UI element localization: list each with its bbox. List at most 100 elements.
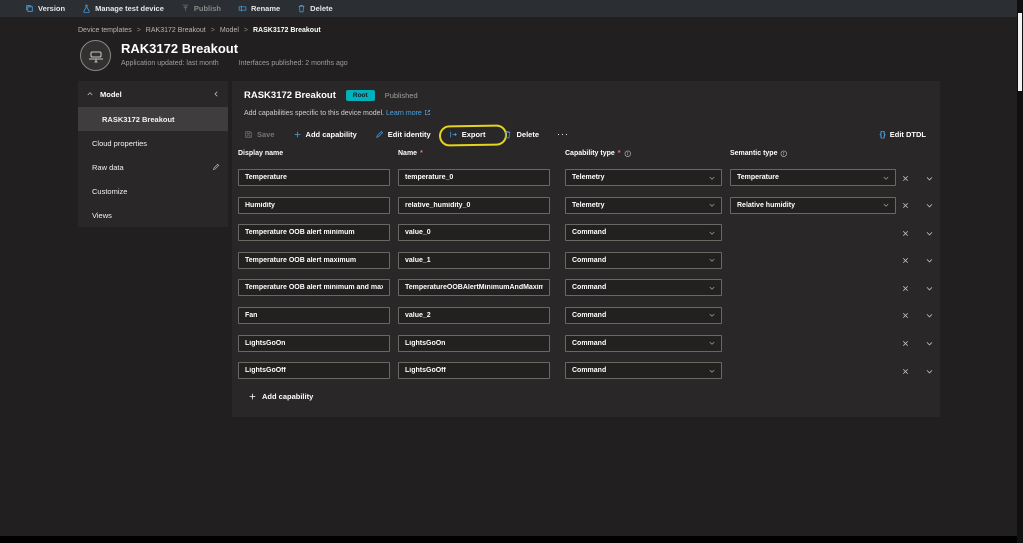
sidebar-item-raw-data[interactable]: Raw data [78, 155, 228, 179]
capability-type-select[interactable]: Command [565, 362, 722, 379]
display-name-input[interactable] [238, 197, 390, 214]
vertical-scrollbar[interactable] [1017, 0, 1023, 543]
add-capability-footer-label: Add capability [262, 392, 313, 401]
manage-test-device-button[interactable]: Manage test device [82, 4, 164, 13]
delete-row-button[interactable] [898, 281, 912, 295]
capability-type-select[interactable]: Telemetry [565, 169, 722, 186]
display-name-input[interactable] [238, 169, 390, 186]
save-button[interactable]: Save [244, 130, 275, 139]
display-name-input[interactable] [238, 335, 390, 352]
capability-row: Command [232, 331, 940, 359]
capability-type-select[interactable]: Command [565, 335, 722, 352]
chevron-down-icon [708, 284, 716, 292]
capability-type-select[interactable]: Command [565, 279, 722, 296]
expand-row-button[interactable] [922, 281, 936, 295]
scrollbar-thumb[interactable] [1018, 13, 1022, 91]
sidebar-item-label: Customize [92, 187, 127, 196]
close-icon [901, 201, 910, 210]
delete-interface-button[interactable]: Delete [503, 130, 539, 139]
breadcrumb-template[interactable]: RAK3172 Breakout [146, 27, 206, 34]
publish-icon [181, 4, 190, 13]
capability-type-select[interactable]: Command [565, 307, 722, 324]
edit-identity-label: Edit identity [388, 130, 431, 139]
info-icon[interactable] [624, 150, 632, 158]
expand-row-button[interactable] [922, 226, 936, 240]
app-updated-text: Application updated: last month [121, 60, 219, 67]
rename-label: Rename [251, 4, 280, 13]
delete-row-button[interactable] [898, 254, 912, 268]
edit-dtdl-button[interactable]: {} Edit DTDL [880, 125, 926, 143]
breadcrumb-model[interactable]: Model [220, 27, 239, 34]
display-name-input[interactable] [238, 279, 390, 296]
rename-icon [238, 4, 247, 13]
publish-button[interactable]: Publish [181, 4, 221, 13]
display-name-input[interactable] [238, 362, 390, 379]
capability-row: Telemetry Temperature [232, 165, 940, 193]
device-template-avatar [80, 40, 111, 71]
sidebar-item-rask3172-breakout[interactable]: RASK3172 Breakout [78, 107, 228, 131]
sidebar-item-views[interactable]: Views [78, 203, 228, 227]
breadcrumb-device-templates[interactable]: Device templates [78, 27, 132, 34]
expand-row-button[interactable] [922, 364, 936, 378]
rename-button[interactable]: Rename [238, 4, 280, 13]
breadcrumb: Device templates > RAK3172 Breakout > Mo… [78, 27, 321, 34]
header-semantic-type: Semantic type [730, 150, 788, 158]
breadcrumb-separator: > [211, 27, 215, 34]
display-name-input[interactable] [238, 307, 390, 324]
learn-more-link[interactable]: Learn more [386, 110, 422, 117]
delete-row-button[interactable] [898, 226, 912, 240]
semantic-type-select[interactable]: Relative humidity [730, 197, 896, 214]
trash-icon [503, 130, 512, 139]
display-name-input[interactable] [238, 252, 390, 269]
sidebar-item-cloud-properties[interactable]: Cloud properties [78, 131, 228, 155]
capability-toolbar: Save Add capability Edit identity Export [244, 125, 569, 143]
capability-type-value: Command [572, 312, 606, 319]
model-sidebar: Model RASK3172 Breakout Cloud properties… [78, 81, 228, 227]
version-button[interactable]: Version [25, 4, 65, 13]
more-commands-button[interactable]: ··· [557, 129, 569, 139]
capability-type-value: Command [572, 284, 606, 291]
delete-row-button[interactable] [898, 364, 912, 378]
name-input[interactable] [398, 335, 550, 352]
expand-row-button[interactable] [922, 171, 936, 185]
close-icon [901, 174, 910, 183]
delete-row-button[interactable] [898, 337, 912, 351]
name-input[interactable] [398, 252, 550, 269]
delete-row-button[interactable] [898, 171, 912, 185]
info-icon[interactable] [780, 150, 788, 158]
collapse-panel-icon[interactable] [212, 90, 220, 98]
delete-row-button[interactable] [898, 309, 912, 323]
delete-row-button[interactable] [898, 199, 912, 213]
expand-row-button[interactable] [922, 199, 936, 213]
expand-row-button[interactable] [922, 254, 936, 268]
name-input[interactable] [398, 362, 550, 379]
sidebar-item-customize[interactable]: Customize [78, 179, 228, 203]
capability-type-select[interactable]: Command [565, 224, 722, 241]
expand-row-button[interactable] [922, 309, 936, 323]
export-button[interactable]: Export [449, 130, 486, 139]
device-icon [87, 47, 105, 65]
external-link-icon [424, 109, 431, 116]
delete-template-button[interactable]: Delete [297, 4, 333, 13]
chevron-down-icon [925, 284, 934, 293]
semantic-type-select[interactable]: Temperature [730, 169, 896, 186]
add-capability-footer-button[interactable]: Add capability [248, 392, 313, 401]
display-name-input[interactable] [238, 224, 390, 241]
name-input[interactable] [398, 197, 550, 214]
sidebar-section-model[interactable]: Model [78, 81, 228, 107]
name-input[interactable] [398, 279, 550, 296]
braces-icon: {} [880, 130, 886, 139]
app-surface: Device templates > RAK3172 Breakout > Mo… [0, 17, 1017, 536]
breadcrumb-separator: > [137, 27, 141, 34]
semantic-type-value: Relative humidity [737, 202, 795, 209]
add-capability-button[interactable]: Add capability [293, 130, 357, 139]
name-input[interactable] [398, 224, 550, 241]
name-input[interactable] [398, 169, 550, 186]
chevron-down-icon [708, 174, 716, 182]
name-input[interactable] [398, 307, 550, 324]
edit-identity-button[interactable]: Edit identity [375, 130, 431, 139]
capability-type-select[interactable]: Telemetry [565, 197, 722, 214]
capability-type-select[interactable]: Command [565, 252, 722, 269]
top-commandbar: Version Manage test device Publish Renam… [0, 0, 1017, 17]
expand-row-button[interactable] [922, 337, 936, 351]
